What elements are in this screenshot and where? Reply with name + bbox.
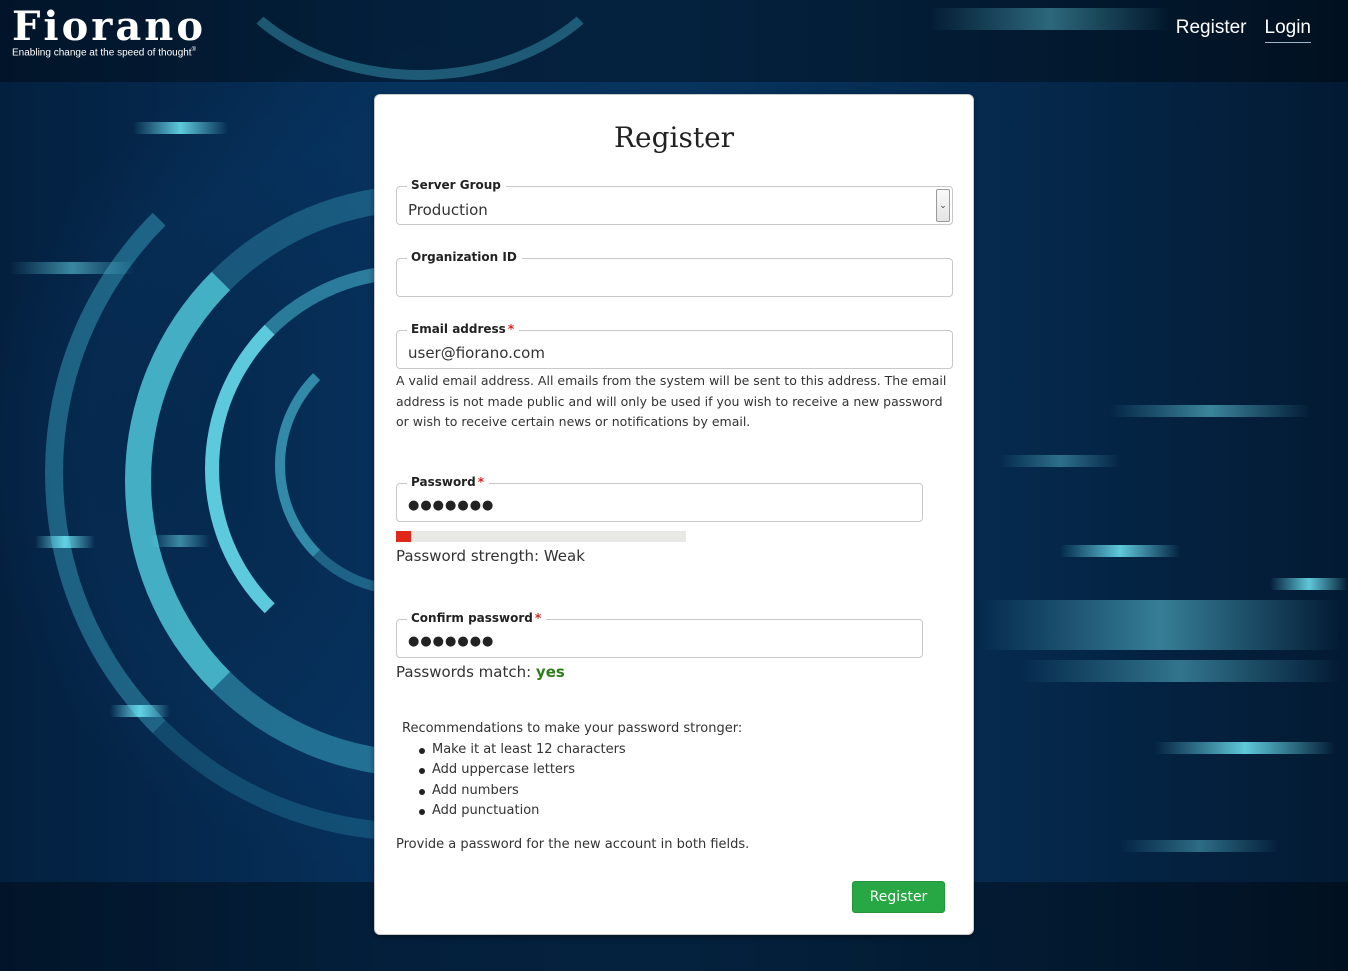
passwords-match-value: yes (535, 663, 565, 681)
chevron-down-icon[interactable]: ⌄ (936, 189, 950, 222)
provide-password-text: Provide a password for the new account i… (396, 837, 750, 852)
bg-streak (150, 535, 210, 547)
email-field[interactable]: Email address * user@fiorano.com (396, 321, 953, 369)
logo-wordmark: Fiorano (12, 3, 207, 50)
password-strength-label: Password strength: (396, 547, 540, 565)
server-group-select[interactable]: Server Group Production ⌄ (396, 177, 953, 225)
logo-tagline-text: Enabling change at the speed of thought (12, 47, 192, 59)
server-group-label: Server Group (407, 177, 506, 193)
passwords-match-text: Passwords match: yes (396, 663, 565, 681)
register-button[interactable]: Register (852, 881, 945, 913)
bg-streak (1110, 405, 1310, 417)
confirm-password-field[interactable]: Confirm password * ●●●●●●● (396, 610, 923, 658)
confirm-password-label-text: Confirm password (411, 611, 533, 625)
email-help-text: A valid email address. All emails from t… (396, 373, 947, 429)
password-strength-fill (396, 531, 411, 542)
bg-streak (35, 536, 95, 548)
top-nav: Register Login (1176, 17, 1311, 43)
bg-streak (1000, 455, 1120, 467)
password-recommendations: Recommendations to make your password st… (402, 719, 742, 822)
server-group-value: Production (408, 201, 488, 219)
list-item: Add uppercase letters (418, 760, 742, 781)
required-mark: * (534, 611, 542, 625)
logo-tagline: Enabling change at the speed of thought® (12, 47, 206, 58)
email-label: Email address * (407, 321, 520, 337)
passwords-match-label: Passwords match: (396, 663, 532, 681)
register-card: Register Server Group Production ⌄ Organ… (374, 94, 974, 935)
organization-id-field[interactable]: Organization ID (396, 249, 953, 297)
bg-streak (1120, 840, 1280, 852)
recommendations-list: Make it at least 12 characters Add upper… (402, 740, 742, 822)
password-strength-bar (396, 531, 686, 542)
list-item: Add punctuation (418, 801, 742, 822)
required-mark: * (477, 475, 484, 489)
password-strength-text: Password strength: Weak (396, 547, 585, 565)
page-title: Register (613, 121, 735, 154)
nav-login-link[interactable]: Login (1264, 17, 1311, 43)
bg-streak (1020, 660, 1340, 682)
confirm-password-value: ●●●●●●● (408, 634, 495, 649)
password-label: Password * (407, 474, 489, 490)
password-value: ●●●●●●● (408, 498, 495, 513)
list-item: Add numbers (418, 781, 742, 802)
password-field[interactable]: Password * ●●●●●●● (396, 474, 923, 522)
bg-streak (1060, 545, 1180, 557)
nav-register-link[interactable]: Register (1176, 17, 1247, 43)
bg-streak (110, 705, 170, 717)
list-item: Make it at least 12 characters (418, 740, 742, 761)
password-strength-value: Weak (543, 547, 585, 565)
bg-streak (10, 262, 135, 274)
bg-streak (980, 600, 1340, 650)
bg-streak (1155, 742, 1335, 754)
password-label-text: Password (411, 475, 476, 489)
bg-streak (1270, 578, 1348, 590)
fiorano-logo[interactable]: Fiorano Enabling change at the speed of … (12, 3, 207, 59)
organization-id-label: Organization ID (407, 249, 522, 265)
required-mark: * (507, 322, 515, 336)
email-value: user@fiorano.com (408, 344, 545, 362)
email-label-text: Email address (411, 322, 506, 336)
bg-streak (133, 122, 228, 134)
logo-trademark: ® (191, 47, 197, 53)
bg-streak (930, 8, 1170, 30)
recommendations-heading: Recommendations to make your password st… (402, 721, 743, 736)
confirm-password-label: Confirm password * (407, 610, 547, 626)
